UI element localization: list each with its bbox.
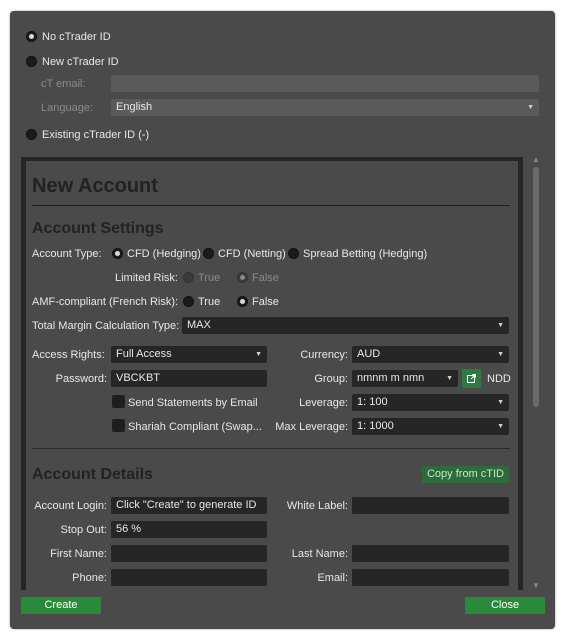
shariah-compliant-label[interactable]: Shariah Compliant (Swap...	[128, 420, 262, 434]
phone-label: Phone:	[72, 572, 107, 584]
create-button[interactable]: Create	[21, 597, 101, 614]
white-label-label: White Label:	[286, 500, 348, 512]
amf-true-label[interactable]: True	[198, 295, 220, 309]
scroll-down-icon[interactable]: ▼	[532, 581, 540, 590]
language-select[interactable]: English	[111, 99, 539, 116]
amf-false-radio[interactable]	[237, 296, 248, 307]
panel-scrollbar[interactable]: ▲ ▼	[531, 155, 541, 590]
access-rights-select[interactable]: Full Access	[111, 346, 267, 363]
max-leverage-select[interactable]: 1: 1000	[352, 418, 509, 435]
amf-false-label[interactable]: False	[252, 295, 279, 309]
limited-risk-false-radio[interactable]	[237, 272, 248, 283]
existing-ctrader-id-radio[interactable]	[26, 129, 37, 140]
access-rights-label: Access Rights:	[32, 349, 105, 361]
first-name-label: First Name:	[50, 548, 107, 560]
leverage-select[interactable]: 1: 100	[352, 394, 509, 411]
language-label: Language:	[41, 102, 93, 114]
amf-compliant-label: AMF-compliant (French Risk):	[32, 296, 179, 308]
phone-field[interactable]	[111, 569, 267, 586]
account-details-heading: Account Details	[32, 466, 153, 483]
limited-risk-false-label[interactable]: False	[252, 271, 279, 285]
new-ctrader-id-radio[interactable]	[26, 56, 37, 67]
new-ctrader-id-label[interactable]: New cTrader ID	[42, 55, 119, 69]
external-link-icon	[467, 374, 476, 383]
open-group-button[interactable]	[462, 369, 481, 388]
new-account-panel: New Account Account Settings Account Typ…	[21, 157, 523, 591]
account-type-cfd-hedging-label[interactable]: CFD (Hedging)	[127, 247, 201, 261]
account-type-spread-betting-label[interactable]: Spread Betting (Hedging)	[303, 247, 427, 261]
title-divider	[32, 205, 510, 206]
scroll-up-icon[interactable]: ▲	[532, 155, 540, 164]
send-statements-label[interactable]: Send Statements by Email	[128, 396, 258, 410]
no-ctrader-id-radio[interactable]	[26, 31, 37, 42]
first-name-field[interactable]	[111, 545, 267, 562]
email-label: Email:	[317, 572, 348, 584]
group-select[interactable]: nmnm m nmn	[352, 370, 458, 387]
shariah-compliant-checkbox[interactable]	[112, 419, 125, 432]
account-login-label: Account Login:	[34, 500, 107, 512]
no-ctrader-id-label[interactable]: No cTrader ID	[42, 30, 111, 44]
account-type-cfd-netting-radio[interactable]	[203, 248, 214, 259]
settings-divider	[32, 448, 510, 449]
last-name-label: Last Name:	[291, 548, 348, 560]
account-settings-heading: Account Settings	[32, 220, 164, 237]
account-type-cfd-hedging-radio[interactable]	[112, 248, 123, 259]
account-login-field: Click "Create" to generate ID	[111, 497, 267, 514]
leverage-label: Leverage:	[299, 397, 348, 409]
new-account-dialog: No cTrader ID New cTrader ID cT email: L…	[10, 11, 555, 629]
limited-risk-true-label[interactable]: True	[198, 271, 220, 285]
password-field[interactable]: VBCKBT	[111, 370, 267, 387]
existing-ctrader-id-label[interactable]: Existing cTrader ID (-)	[42, 128, 149, 142]
ct-email-label: cT email:	[41, 78, 86, 90]
new-account-panel-content: New Account Account Settings Account Typ…	[26, 161, 518, 591]
email-field[interactable]	[352, 569, 509, 586]
ndd-label: NDD	[487, 373, 511, 385]
copy-from-ctid-button[interactable]: Copy from cTID	[422, 466, 509, 483]
currency-select[interactable]: AUD	[352, 346, 509, 363]
max-leverage-label: Max Leverage:	[275, 421, 348, 433]
margin-calc-label: Total Margin Calculation Type:	[32, 320, 180, 332]
account-type-cfd-netting-label[interactable]: CFD (Netting)	[218, 247, 286, 261]
send-statements-checkbox[interactable]	[112, 395, 125, 408]
close-button[interactable]: Close	[465, 597, 545, 614]
password-label: Password:	[55, 373, 107, 385]
scrollbar-thumb[interactable]	[533, 167, 539, 407]
limited-risk-label: Limited Risk:	[115, 272, 178, 284]
currency-label: Currency:	[300, 349, 348, 361]
account-type-label: Account Type:	[32, 248, 102, 260]
new-account-title: New Account	[32, 175, 158, 197]
stop-out-label: Stop Out:	[60, 524, 107, 536]
ct-email-field[interactable]	[111, 75, 539, 92]
margin-calc-select[interactable]: MAX	[182, 317, 509, 334]
white-label-field[interactable]	[352, 497, 509, 514]
stop-out-field[interactable]: 56 %	[111, 521, 267, 538]
account-type-spread-betting-radio[interactable]	[288, 248, 299, 259]
amf-true-radio[interactable]	[183, 296, 194, 307]
last-name-field[interactable]	[352, 545, 509, 562]
limited-risk-true-radio[interactable]	[183, 272, 194, 283]
group-label: Group:	[314, 373, 348, 385]
